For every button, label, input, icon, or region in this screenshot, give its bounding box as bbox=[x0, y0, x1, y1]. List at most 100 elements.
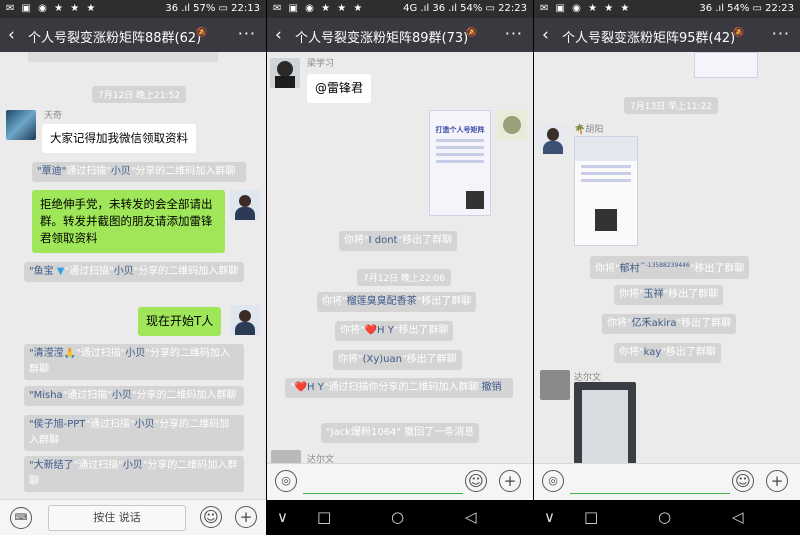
system-message: "覃迪"通过扫描"小贝"分享的二维码加入群聊 bbox=[32, 162, 246, 182]
system-message: "鱼宝 ▼"通过扫描"小贝"分享的二维码加入群聊 bbox=[24, 262, 244, 282]
status-icons: ✉ ▣ ◉ ★ ★ ★ bbox=[540, 3, 632, 14]
android-nav-bar: ∨ □ ○ ◁ bbox=[267, 500, 533, 535]
palm-tree-icon: 🌴 bbox=[574, 125, 586, 135]
plus-icon[interactable]: + bbox=[499, 470, 521, 492]
sender-name: 🌴胡阳 bbox=[574, 125, 604, 135]
status-bar: ✉ ▣ ◉ ★ ★ ★ 36 .ıl 57% ▭ 22:13 bbox=[0, 0, 266, 18]
text-input-underline[interactable] bbox=[570, 493, 730, 494]
input-bar: ◎ ☺ + bbox=[534, 463, 800, 500]
system-message: "清滢滢🙏"通过扫描"小贝"分享的二维码加入群聊 bbox=[24, 344, 244, 380]
plus-icon[interactable]: + bbox=[766, 470, 788, 492]
system-message: 你将"榴莲臭臭配香茶"移出了群聊 bbox=[317, 292, 477, 312]
emoji-icon[interactable]: ☺ bbox=[465, 470, 487, 492]
mute-bell-icon: 🔕 bbox=[733, 28, 745, 38]
mute-bell-icon: 🔕 bbox=[196, 28, 208, 38]
status-right: 4G .ıl 36 .ıl 54% ▭ 22:23 bbox=[403, 3, 527, 14]
mute-bell-icon: 🔕 bbox=[466, 28, 478, 38]
message-list[interactable]: 7月12日 晚上21:52 天奇 大家记得加我微信领取资料 "覃迪"通过扫描"小… bbox=[0, 52, 266, 499]
chat-window-89: ✉ ▣ ◉ ★ ★ ★ 4G .ıl 36 .ıl 54% ▭ 22:23 ‹ … bbox=[267, 0, 533, 535]
system-message: "Misha"通过扫描"小贝"分享的二维码加入群聊 bbox=[24, 386, 244, 406]
text-input-underline[interactable] bbox=[303, 493, 463, 494]
system-message: "❤️H Y"通过扫描你分享的二维码加入群聊 撤销 bbox=[285, 378, 513, 398]
title-bar: ‹ 个人号裂变涨粉矩阵88群(62) 🔕 ··· bbox=[0, 18, 266, 52]
timestamp: 7月12日 晚上21:52 bbox=[92, 86, 186, 103]
system-message: "大新结了"通过扫描"小贝"分享的二维码加入群聊 bbox=[24, 456, 244, 492]
more-dots-icon[interactable]: ··· bbox=[772, 24, 790, 43]
qr-code-icon bbox=[595, 209, 617, 231]
system-message: 你将"I dont"移出了群聊 bbox=[339, 231, 458, 251]
android-nav-bar: ∨ □ ○ ◁ bbox=[534, 500, 800, 535]
undo-link[interactable]: 撤销 bbox=[482, 382, 502, 393]
recent-apps-icon[interactable]: □ bbox=[584, 508, 598, 526]
qr-code-icon bbox=[466, 191, 484, 209]
voice-icon[interactable]: ◎ bbox=[275, 470, 297, 492]
status-right: 36 .ıl 54% ▭ 22:23 bbox=[699, 3, 794, 14]
avatar[interactable] bbox=[538, 124, 568, 154]
message-bubble[interactable]: @雷锋君 bbox=[307, 74, 372, 103]
system-message: 你将"kay"移出了群聊 bbox=[614, 343, 721, 363]
shared-photo[interactable] bbox=[574, 382, 636, 464]
title-bar: ‹ 个人号裂变涨粉矩阵89群(73) 🔕 ··· bbox=[267, 18, 533, 52]
more-dots-icon[interactable]: ··· bbox=[505, 24, 523, 43]
back-chevron-icon[interactable]: ‹ bbox=[542, 25, 549, 45]
avatar-self[interactable] bbox=[230, 190, 260, 220]
home-icon[interactable]: ○ bbox=[391, 508, 404, 526]
home-icon[interactable]: ○ bbox=[658, 508, 671, 526]
system-message: 你将"(Xy)uan"移出了群聊 bbox=[333, 350, 462, 370]
system-message: "侯子旭-PPT"通过扫描"小贝"分享的二维码加入群聊 bbox=[24, 415, 244, 451]
input-bar: ◎ ☺ + bbox=[267, 463, 533, 500]
status-icons: ✉ ▣ ◉ ★ ★ ★ bbox=[273, 3, 365, 14]
partial-system-message bbox=[28, 52, 218, 62]
status-right: 36 .ıl 57% ▭ 22:13 bbox=[165, 3, 260, 14]
status-bar: ✉ ▣ ◉ ★ ★ ★ 36 .ıl 54% ▭ 22:23 bbox=[534, 0, 800, 18]
chat-window-95: ✉ ▣ ◉ ★ ★ ★ 36 .ıl 54% ▭ 22:23 ‹ 个人号裂变涨粉… bbox=[534, 0, 800, 535]
avatar[interactable] bbox=[6, 110, 36, 140]
status-icons: ✉ ▣ ◉ ★ ★ ★ bbox=[6, 3, 98, 14]
nav-back-icon[interactable]: ◁ bbox=[465, 508, 477, 526]
timestamp: 7月12日 晚上22:06 bbox=[357, 269, 451, 286]
hide-keyboard-icon[interactable]: ∨ bbox=[277, 508, 288, 526]
verified-badge-icon: ▼ bbox=[53, 266, 65, 277]
input-bar: ⌨ 按住 说话 ☺ + bbox=[0, 499, 266, 535]
avatar-self[interactable] bbox=[230, 305, 260, 335]
shared-image[interactable] bbox=[574, 136, 638, 246]
message-list[interactable]: 梁学习 @雷锋君 打造个人号矩阵 你将"I dont"移出了群聊 7月12日 晚… bbox=[267, 52, 533, 464]
keyboard-icon[interactable]: ⌨ bbox=[10, 507, 32, 529]
hide-keyboard-icon[interactable]: ∨ bbox=[544, 508, 555, 526]
avatar[interactable] bbox=[270, 58, 300, 88]
back-chevron-icon[interactable]: ‹ bbox=[8, 25, 15, 45]
message-bubble-self[interactable]: 拒绝伸手党，未转发的会全部请出群。转发并截图的朋友请添加雷锋君领取资料 bbox=[32, 190, 225, 253]
sender-name: 天奇 bbox=[44, 111, 63, 121]
plus-icon[interactable]: + bbox=[235, 506, 257, 528]
message-bubble[interactable]: 大家记得加我微信领取资料 bbox=[42, 124, 196, 153]
pray-emoji-icon: 🙏 bbox=[63, 348, 77, 359]
chat-title: 个人号裂变涨粉矩阵88群(62) bbox=[28, 31, 202, 46]
chat-title: 个人号裂变涨粉矩阵95群(42) bbox=[562, 31, 736, 46]
avatar-self[interactable] bbox=[497, 110, 527, 140]
chat-title: 个人号裂变涨粉矩阵89群(73) bbox=[295, 31, 469, 46]
partial-image[interactable] bbox=[694, 52, 758, 78]
system-message: 你将"郁村™-13588239446"移出了群聊 bbox=[590, 256, 750, 280]
title-bar: ‹ 个人号裂变涨粉矩阵95群(42) 🔕 ··· bbox=[534, 18, 800, 52]
chat-window-88: ✉ ▣ ◉ ★ ★ ★ 36 .ıl 57% ▭ 22:13 ‹ 个人号裂变涨粉… bbox=[0, 0, 266, 535]
recall-notice: "Jack爆粉1064" 撤回了一条消息 bbox=[321, 423, 480, 443]
shared-poster-image[interactable]: 打造个人号矩阵 bbox=[429, 110, 491, 216]
sender-name: 梁学习 bbox=[307, 59, 335, 69]
emoji-icon[interactable]: ☺ bbox=[732, 470, 754, 492]
recent-apps-icon[interactable]: □ bbox=[317, 508, 331, 526]
system-message: 你将"亿禾akira"移出了群聊 bbox=[602, 314, 737, 334]
nav-back-icon[interactable]: ◁ bbox=[732, 508, 744, 526]
emoji-icon[interactable]: ☺ bbox=[200, 506, 222, 528]
system-message: 你将"玉祥"移出了群聊 bbox=[614, 285, 724, 305]
back-chevron-icon[interactable]: ‹ bbox=[275, 25, 282, 45]
timestamp: 7月13日 早上11:22 bbox=[624, 97, 718, 114]
system-message: 你将"❤️H Y"移出了群聊 bbox=[335, 321, 454, 341]
message-bubble-self[interactable]: 现在开始T人 bbox=[138, 307, 222, 336]
hold-to-talk-button[interactable]: 按住 说话 bbox=[48, 505, 186, 531]
more-dots-icon[interactable]: ··· bbox=[238, 24, 256, 43]
status-bar: ✉ ▣ ◉ ★ ★ ★ 4G .ıl 36 .ıl 54% ▭ 22:23 bbox=[267, 0, 533, 18]
voice-icon[interactable]: ◎ bbox=[542, 470, 564, 492]
avatar[interactable] bbox=[540, 370, 570, 400]
message-list[interactable]: 7月13日 早上11:22 🌴胡阳 你将"郁村™-13588239446"移出了… bbox=[534, 52, 800, 464]
avatar[interactable] bbox=[271, 450, 301, 464]
